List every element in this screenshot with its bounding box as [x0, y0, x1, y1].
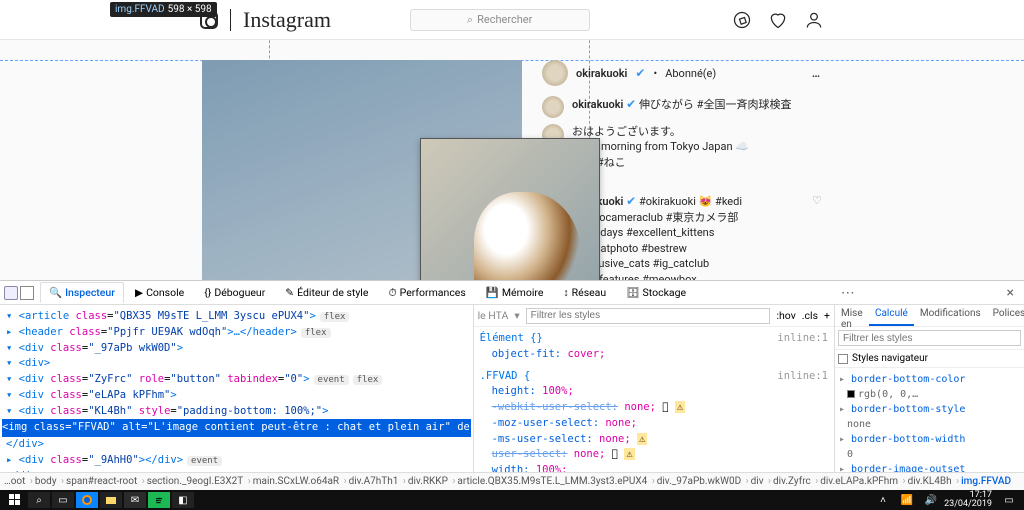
comment-time: 16 h: [572, 176, 822, 187]
divider: [230, 9, 231, 31]
windows-taskbar: ⌕ ▭ ✉ ◧ ˄ 📶 🔊 17:17 23/04/2019 ▭: [0, 490, 1024, 510]
devtools-tab-performances[interactable]: ⏱Performances: [379, 282, 474, 304]
search-placeholder: Rechercher: [477, 13, 532, 26]
devtools-tab-éditeur de style[interactable]: ✎Éditeur de style: [276, 282, 377, 303]
avatar[interactable]: [542, 96, 564, 118]
search-icon: ⌕: [467, 13, 473, 27]
devtools-tab-réseau[interactable]: ↕Réseau: [554, 282, 615, 303]
mid-label: le HTA: [478, 309, 509, 322]
caption-row: okirakuoki ✔ 伸びながら #全国一斉肉球検査: [542, 96, 822, 118]
computed-filter-row: [835, 327, 1024, 350]
spotify-taskbar-icon[interactable]: [148, 492, 170, 508]
dom-tree[interactable]: ▾ <article class="QBX35 M9sTE L_LMM 3ysc…: [0, 305, 473, 472]
computed-properties[interactable]: border-bottom-colorrgb(0, 0,…border-bott…: [835, 368, 1024, 472]
computed-filter-input[interactable]: [838, 330, 1021, 346]
checkbox-icon: [838, 354, 848, 364]
explore-icon[interactable]: [732, 10, 752, 30]
post-header: okirakuoki ✔ • Abonné(e) …: [542, 60, 822, 86]
computed-tab[interactable]: Polices: [987, 305, 1024, 326]
start-button[interactable]: [4, 492, 26, 508]
devtools-panel: 🔍Inspecteur▶Console{}Débogueur✎Éditeur d…: [0, 280, 1024, 490]
profile-icon[interactable]: [804, 10, 824, 30]
brand-wordmark: Instagram: [243, 7, 331, 33]
more-options-button[interactable]: …: [812, 67, 822, 80]
verified-badge-icon: ✔: [626, 97, 636, 111]
tags-text: okirakuoki ✔ #okirakuoki 😻 #kedi#tokyoca…: [572, 193, 804, 280]
pseudo-hover-button[interactable]: :hov: [776, 309, 795, 322]
tray-volume-icon[interactable]: 🔊: [920, 492, 942, 508]
styles-panel: le HTA ▾ :hov .cls + inline:1Élément {}o…: [473, 305, 834, 472]
avatar[interactable]: [542, 60, 568, 86]
search-taskbar-button[interactable]: ⌕: [28, 492, 50, 508]
clock[interactable]: 17:17 23/04/2019: [944, 491, 996, 509]
activity-icon[interactable]: [768, 10, 788, 30]
like-comment-icon[interactable]: ♡: [812, 193, 822, 280]
explorer-taskbar-icon[interactable]: [100, 492, 122, 508]
devtools-tab-débogueur[interactable]: {}Débogueur: [195, 282, 274, 303]
firefox-taskbar-icon[interactable]: [76, 492, 98, 508]
comment-text: おはようございます。 Good morning from Tokyo Japan…: [572, 124, 822, 170]
task-view-button[interactable]: ▭: [52, 492, 74, 508]
responsive-mode-button[interactable]: [20, 286, 34, 300]
devtools-tab-console[interactable]: ▶Console: [126, 282, 193, 303]
devtools-tab-mémoire[interactable]: 💾Mémoire: [477, 282, 553, 303]
devtools-menu[interactable]: ⋯: [835, 285, 861, 301]
styles-toolbar: le HTA ▾ :hov .cls +: [474, 305, 834, 327]
tooltip-selector: img.FFVAD: [115, 4, 165, 15]
computed-tabs: Mise en pageCalculéModificationsPolices: [835, 305, 1024, 327]
devtools-tabs: 🔍Inspecteur▶Console{}Débogueur✎Éditeur d…: [0, 281, 1024, 305]
image-hover-preview: [420, 138, 600, 280]
devtools-main: ▾ <article class="QBX35 M9sTE L_LMM 3ysc…: [0, 305, 1024, 472]
computed-tab[interactable]: Mise en page: [835, 305, 869, 326]
devtools-tab-stockage[interactable]: 🗄Stockage: [617, 282, 695, 303]
header-nav: [732, 10, 824, 30]
styles-rules[interactable]: inline:1Élément {}object-fit: cover;inli…: [474, 327, 834, 472]
username[interactable]: okirakuoki: [576, 67, 627, 80]
preview-cat-shape: [474, 192, 581, 280]
computed-tab[interactable]: Modifications: [914, 305, 987, 326]
browser-styles-toggle[interactable]: Styles navigateur: [835, 350, 1024, 368]
computed-panel: Mise en pageCalculéModificationsPolices …: [834, 305, 1024, 472]
mail-taskbar-icon[interactable]: ✉: [124, 492, 146, 508]
follow-state[interactable]: Abonné(e): [665, 67, 716, 80]
tray-network-icon[interactable]: 📶: [896, 492, 918, 508]
tooltip-dimensions: 598 × 598: [168, 4, 212, 15]
computed-tab[interactable]: Calculé: [869, 305, 914, 326]
devtools-close-button[interactable]: ×: [1001, 285, 1020, 301]
styles-filter-input[interactable]: [526, 308, 771, 324]
verified-badge-icon: ✔: [635, 66, 645, 80]
inspector-tooltip: img.FFVAD 598 × 598: [110, 2, 217, 17]
devtools-tab-inspecteur[interactable]: 🔍Inspecteur: [40, 282, 124, 303]
add-rule-button[interactable]: +: [824, 309, 830, 322]
brand[interactable]: Instagram: [200, 7, 331, 33]
tray-up-icon[interactable]: ˄: [872, 492, 894, 508]
pick-element-button[interactable]: [4, 286, 18, 300]
notifications-button[interactable]: ▭: [998, 492, 1020, 508]
caption-text: okirakuoki ✔ 伸びながら #全国一斉肉球検査: [572, 96, 822, 118]
page-viewport: Instagram ⌕ Rechercher img.FFVAD 598 × 5…: [0, 0, 1024, 280]
dom-breadcrumb[interactable]: …ootbodyspan#react-rootsection._9eogI.E3…: [0, 472, 1024, 490]
class-toggle-button[interactable]: .cls: [802, 309, 818, 322]
app-taskbar-icon[interactable]: ◧: [172, 492, 194, 508]
search-input[interactable]: ⌕ Rechercher: [410, 9, 590, 31]
